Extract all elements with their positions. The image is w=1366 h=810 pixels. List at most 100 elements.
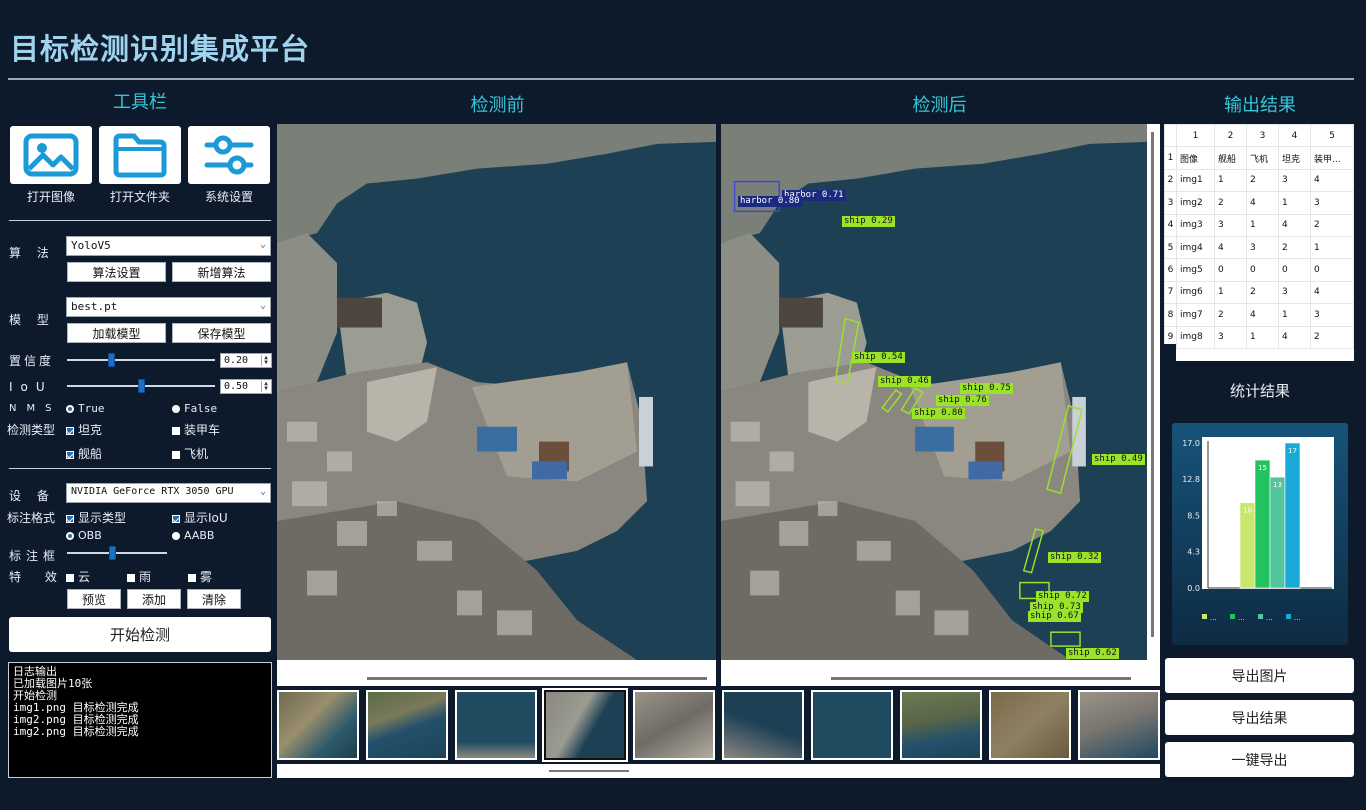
table-row[interactable]: 2 img1 1 2 3 4 <box>1164 168 1354 193</box>
legend-swatch <box>1286 614 1291 619</box>
rain-checkbox[interactable]: 雨 <box>127 568 151 585</box>
table-cell: 0 <box>1214 258 1248 282</box>
legend-swatch <box>1202 614 1207 619</box>
aabb-radio[interactable]: AABB <box>172 529 214 542</box>
table-cell: img7 <box>1175 303 1216 327</box>
table-row[interactable]: 6 img5 0 0 0 0 <box>1164 258 1354 282</box>
row-number: 7 <box>1164 280 1177 305</box>
algorithm-select[interactable]: YoloV5 ⌄ <box>66 236 271 256</box>
table-cell: 1 <box>1278 191 1312 215</box>
table-cell: 3 <box>1310 303 1354 327</box>
chevron-down-icon: ⌄ <box>259 300 266 311</box>
title-divider <box>8 78 1354 80</box>
after-scrollbar[interactable] <box>721 660 1160 686</box>
export-result-button[interactable]: 导出结果 <box>1165 700 1354 735</box>
device-select[interactable]: NVIDIA GeForce RTX 3050 GPU ⌄ <box>66 483 271 503</box>
open-folder-button[interactable] <box>99 126 181 184</box>
tank-checkbox[interactable]: 坦克 <box>66 421 102 438</box>
thumbnail[interactable] <box>455 690 537 760</box>
checkbox-unchecked-icon <box>188 573 196 582</box>
obb-radio[interactable]: OBB <box>66 529 102 542</box>
start-detection-button[interactable]: 开始检测 <box>9 617 271 652</box>
fog-checkbox[interactable]: 雾 <box>188 568 212 585</box>
nms-true-radio[interactable]: True <box>66 402 105 415</box>
confidence-slider[interactable] <box>67 359 215 361</box>
thumbnail[interactable] <box>722 690 804 760</box>
show-iou-checkbox[interactable]: 显示IoU <box>172 509 228 526</box>
system-settings-button[interactable] <box>188 126 270 184</box>
settings-divider <box>9 468 271 469</box>
algorithm-label: 算 法 <box>9 246 55 260</box>
nms-false-radio[interactable]: False <box>172 402 217 415</box>
model-label: 模 型 <box>9 313 55 327</box>
scrollbar-handle[interactable] <box>831 677 1131 680</box>
y-tick-label: 0.0 <box>1187 584 1200 593</box>
armored-car-checkbox[interactable]: 装甲车 <box>172 421 220 438</box>
checkbox-checked-icon <box>66 514 74 523</box>
table-cell: 1 <box>1214 280 1248 305</box>
iou-spinbox[interactable]: 0.50 ▲ ▼ <box>220 379 272 394</box>
thumbnail[interactable] <box>1078 690 1160 760</box>
before-image-panel[interactable] <box>277 124 716 686</box>
table-row[interactable]: 3 img2 2 4 1 3 <box>1164 191 1354 215</box>
table-row[interactable]: 9 img8 3 1 4 2 <box>1164 325 1354 349</box>
settings-sliders-icon <box>204 135 254 175</box>
checkbox-unchecked-icon <box>172 426 180 435</box>
confidence-slider-handle[interactable] <box>108 353 116 367</box>
table-row[interactable]: 7 img6 1 2 3 4 <box>1164 280 1354 305</box>
scrollbar-handle[interactable] <box>367 677 707 680</box>
spin-arrows-icon[interactable]: ▲ ▼ <box>261 355 270 366</box>
open-image-button[interactable] <box>10 126 92 184</box>
confidence-spinbox[interactable]: 0.20 ▲ ▼ <box>220 353 272 368</box>
row-number: 3 <box>1164 191 1177 215</box>
add-effect-button[interactable]: 添加 <box>127 589 181 609</box>
thumbnail[interactable] <box>811 690 893 760</box>
thumbnail[interactable] <box>366 690 448 760</box>
show-iou-label: 显示IoU <box>184 511 228 525</box>
table-cell: img4 <box>1175 235 1216 260</box>
table-cell: 2 <box>1246 168 1280 193</box>
table-row[interactable]: 4 img3 3 1 4 2 <box>1164 213 1354 237</box>
load-model-button[interactable]: 加载模型 <box>67 323 166 343</box>
thumbnail-selected[interactable] <box>542 688 628 762</box>
thumbnail-scrollbar[interactable] <box>277 764 1160 778</box>
radio-selected-icon <box>66 532 74 540</box>
table-row[interactable]: 8 img7 2 4 1 3 <box>1164 303 1354 327</box>
iou-slider-handle[interactable] <box>138 379 145 393</box>
save-model-button[interactable]: 保存模型 <box>172 323 271 343</box>
export-image-button[interactable]: 导出图片 <box>1165 658 1354 693</box>
one-click-export-button[interactable]: 一键导出 <box>1165 742 1354 777</box>
result-table[interactable]: 1 2 3 4 5 1 图像 舰船 飞机 坦克 装甲... 2 img1 1 2 3 4 … <box>1164 124 1354 361</box>
checkbox-unchecked-icon <box>127 573 135 582</box>
radio-selected-icon <box>66 405 74 413</box>
box-size-slider-handle[interactable] <box>109 546 116 560</box>
chevron-down-icon: ⌄ <box>259 486 266 497</box>
thumbnail[interactable] <box>989 690 1071 760</box>
algorithm-settings-button[interactable]: 算法设置 <box>67 262 166 282</box>
add-algorithm-button[interactable]: 新增算法 <box>172 262 271 282</box>
scrollbar-handle[interactable] <box>549 770 629 772</box>
show-type-checkbox[interactable]: 显示类型 <box>66 509 126 526</box>
thumbnail[interactable] <box>277 690 359 760</box>
cloud-checkbox[interactable]: 云 <box>66 568 90 585</box>
bar-value-label: 13 <box>1273 481 1282 489</box>
thumbnail[interactable] <box>900 690 982 760</box>
stats-chart-panel: 17.0 12.8 8.5 4.3 0.0 10 15 13 17............ <box>1172 423 1348 645</box>
thumbnail[interactable] <box>633 690 715 760</box>
table-row[interactable]: 5 img4 4 3 2 1 <box>1164 235 1354 260</box>
plane-checkbox[interactable]: 飞机 <box>172 445 208 462</box>
box-size-slider[interactable] <box>67 552 167 554</box>
after-vertical-scrollbar[interactable] <box>1147 124 1160 660</box>
radio-unselected-icon <box>172 532 180 540</box>
system-settings-label: 系统设置 <box>204 190 253 204</box>
model-select[interactable]: best.pt ⌄ <box>66 297 271 317</box>
table-cell: 3 <box>1278 280 1312 305</box>
preview-button[interactable]: 预览 <box>67 589 121 609</box>
toolbar-title: 工具栏 <box>113 92 167 113</box>
spin-arrows-icon[interactable]: ▲ ▼ <box>261 381 270 392</box>
clear-effect-button[interactable]: 清除 <box>187 589 241 609</box>
ship-checkbox[interactable]: 舰船 <box>66 445 102 462</box>
stats-title: 统计结果 <box>1229 382 1290 400</box>
before-scrollbar[interactable] <box>277 660 716 686</box>
scrollbar-handle[interactable] <box>1151 132 1154 637</box>
